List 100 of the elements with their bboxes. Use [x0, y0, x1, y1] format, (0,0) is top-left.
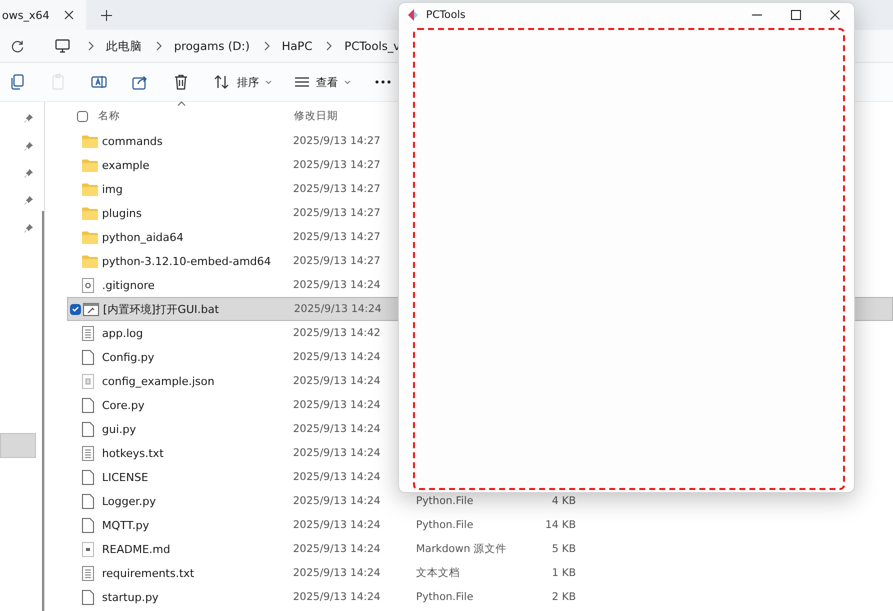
file-date: 2025/9/13 14:24	[293, 471, 380, 483]
file-row[interactable]: Config.py 2025/9/13 14:24	[67, 345, 893, 369]
file-row[interactable]: LICENSE 2025/9/13 14:24	[67, 465, 893, 489]
file-row[interactable]: app.log 2025/9/13 14:42	[67, 321, 893, 345]
file-row[interactable]: Logger.py 2025/9/13 14:24 Python.File 4 KB	[67, 489, 893, 513]
file-name: Core.py	[102, 398, 144, 412]
file-name: .gitignore	[102, 278, 155, 292]
sort-button[interactable]: 排序	[213, 74, 272, 90]
view-button[interactable]: 查看	[294, 74, 351, 90]
file-date: 2025/9/13 14:27	[293, 135, 380, 147]
file-size: 5 KB	[550, 543, 576, 555]
file-name: example	[102, 158, 150, 172]
file-type: Python.File	[416, 519, 474, 531]
folder-icon	[82, 206, 98, 220]
file-name: Logger.py	[102, 494, 156, 508]
file-name: img	[102, 182, 123, 196]
json-file-icon	[82, 374, 94, 388]
checkbox[interactable]	[77, 110, 88, 122]
file-name: requirements.txt	[102, 566, 194, 580]
minimize-icon[interactable]	[752, 14, 762, 16]
file-row[interactable]: gui.py 2025/9/13 14:24	[67, 417, 893, 441]
file-date: 2025/9/13 14:24	[293, 543, 380, 555]
file-name: python_aida64	[102, 230, 184, 244]
file-row[interactable]: config_example.json 2025/9/13 14:24	[67, 369, 893, 393]
breadcrumb[interactable]: 此电脑	[106, 38, 142, 54]
share-icon	[131, 73, 149, 91]
maximize-icon[interactable]	[791, 10, 801, 20]
file-name: gui.py	[102, 422, 136, 436]
more-icon[interactable]	[375, 80, 391, 84]
file-date: 2025/9/13 14:27	[293, 207, 380, 219]
pin-icon[interactable]	[24, 142, 33, 151]
close-icon[interactable]	[830, 10, 840, 20]
file-name: hotkeys.txt	[102, 446, 164, 460]
close-icon[interactable]	[64, 10, 74, 20]
scrollbar[interactable]	[42, 211, 44, 611]
file-date: 2025/9/13 14:24	[294, 303, 382, 315]
file-name: plugins	[102, 206, 142, 220]
caret-icon	[344, 80, 351, 84]
window-title: PCTools	[426, 8, 467, 20]
file-date: 2025/9/13 14:27	[293, 183, 380, 195]
sort-icon	[213, 74, 231, 90]
checkbox[interactable]	[70, 304, 81, 314]
file-name: LICENSE	[102, 470, 148, 484]
pin-icon[interactable]	[24, 224, 33, 233]
file-row[interactable]: hotkeys.txt 2025/9/13 14:24	[67, 441, 893, 465]
file-type: Markdown 源文件	[416, 542, 507, 556]
file-row[interactable]: plugins 2025/9/13 14:27	[67, 201, 893, 225]
file-size: 14 KB	[544, 519, 576, 531]
pin-icon[interactable]	[24, 196, 33, 205]
breadcrumb[interactable]: progams (D:)	[174, 39, 250, 53]
pin-icon[interactable]	[24, 169, 33, 178]
file-date: 2025/9/13 14:24	[293, 591, 380, 603]
file-row[interactable]: requirements.txt 2025/9/13 14:24 文本文档 1 KB	[67, 561, 893, 585]
markdown-file-icon	[82, 542, 94, 556]
file-date: 2025/9/13 14:27	[293, 159, 380, 171]
column-header[interactable]: 名称	[98, 109, 294, 123]
breadcrumb[interactable]: HaPC	[282, 39, 312, 53]
file-date: 2025/9/13 14:24	[293, 447, 380, 459]
file-date: 2025/9/13 14:24	[293, 351, 380, 363]
check-icon	[71, 304, 80, 314]
pin-icon[interactable]	[24, 114, 33, 123]
delete-icon	[172, 73, 190, 91]
file-row[interactable]: python_aida64 2025/9/13 14:27	[67, 225, 893, 249]
file-icon	[82, 422, 94, 436]
file-icon	[82, 470, 94, 484]
file-row[interactable]: commands 2025/9/13 14:27	[67, 129, 893, 153]
file-row[interactable]: .gitignore 2025/9/13 14:24	[67, 273, 893, 297]
chevron-icon	[264, 41, 270, 51]
folder-icon	[82, 230, 98, 244]
text-file-icon	[82, 326, 94, 340]
file-size: 1 KB	[550, 567, 576, 579]
file-row[interactable]: img 2025/9/13 14:27	[67, 177, 893, 201]
file-row[interactable]: python-3.12.10-embed-amd64 2025/9/13 14:27	[67, 249, 893, 273]
plus-icon[interactable]	[101, 10, 112, 20]
column-header[interactable]: 修改日期	[294, 109, 338, 123]
breadcrumb[interactable]: PCTools_v	[344, 39, 400, 53]
computer-icon[interactable]	[55, 39, 70, 53]
file-icon	[82, 494, 94, 508]
file-icon	[82, 518, 94, 532]
file-name: commands	[102, 134, 163, 148]
file-name: startup.py	[102, 590, 159, 604]
file-row[interactable]: example 2025/9/13 14:27	[67, 153, 893, 177]
file-date: 2025/9/13 14:24	[293, 375, 380, 387]
browser-tab[interactable]: ows_x64	[0, 0, 86, 30]
file-row[interactable]: Core.py 2025/9/13 14:24	[67, 393, 893, 417]
file-date: 2025/9/13 14:24	[293, 279, 380, 291]
refresh-icon[interactable]	[11, 40, 24, 52]
file-date: 2025/9/13 14:24	[293, 399, 380, 411]
chevron-icon	[156, 41, 162, 51]
file-row[interactable]: startup.py 2025/9/13 14:24 Python.File 2 KB	[67, 585, 893, 609]
file-size: 2 KB	[550, 591, 576, 603]
file-row[interactable]: MQTT.py 2025/9/13 14:24 Python.File 14 KB	[67, 513, 893, 537]
settings-file-icon	[82, 278, 94, 292]
file-name: Config.py	[102, 350, 154, 364]
batch-file-icon	[83, 302, 99, 316]
file-name: MQTT.py	[102, 518, 150, 532]
folder-icon	[82, 158, 98, 172]
text-file-icon	[82, 566, 94, 580]
file-type: Python.File	[416, 591, 474, 603]
file-row[interactable]: README.md 2025/9/13 14:24 Markdown 源文件 5 KB	[67, 537, 893, 561]
